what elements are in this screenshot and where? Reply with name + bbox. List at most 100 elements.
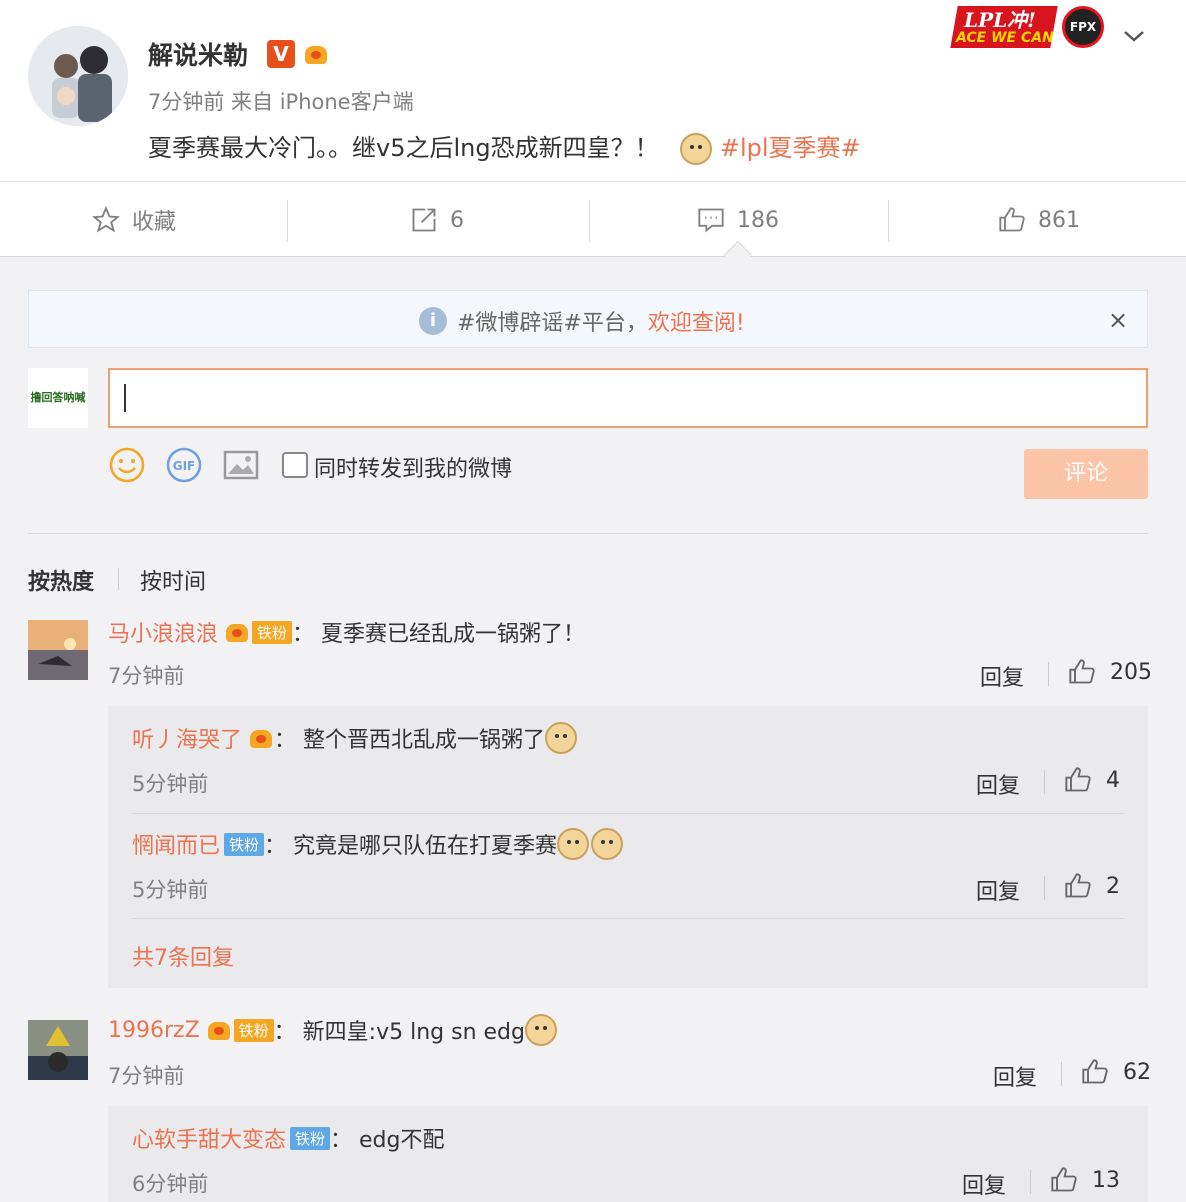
sort-by-time[interactable]: 按时间 xyxy=(140,564,206,596)
author-avatar[interactable] xyxy=(28,26,128,126)
thumbs-up-icon xyxy=(1082,1059,1108,1084)
comment-input[interactable] xyxy=(108,368,1148,428)
repost-count: 6 xyxy=(450,207,464,233)
chevron-down-icon[interactable] xyxy=(1122,24,1146,48)
post-meta: 7分钟前 来自 iPhone客户端 xyxy=(148,90,414,114)
iron-fan-badge: 铁粉 xyxy=(233,1018,274,1042)
reply-time: 5分钟前 xyxy=(132,878,209,902)
repost-button[interactable]: 6 xyxy=(410,182,464,258)
thumbs-up-icon xyxy=(1065,873,1091,898)
comment-like-button[interactable]: 62 xyxy=(1081,1058,1151,1086)
action-bar: 收藏 6 186 861 xyxy=(0,181,1186,257)
action-divider xyxy=(888,200,889,242)
event-banner[interactable]: LPL冲! ACE WE CAN FPX xyxy=(950,2,1110,50)
comment-username[interactable]: 马小浪浪浪 xyxy=(108,616,218,648)
svg-text:GIF: GIF xyxy=(173,459,196,473)
gif-icon[interactable]: GIF xyxy=(165,446,203,484)
notice-prefix: #微博辟谣#平台， xyxy=(457,311,648,336)
banner-line2: ACE WE CAN xyxy=(956,30,1054,46)
banner-line1: LPL冲! xyxy=(964,8,1036,32)
repost-checkbox-label: 同时转发到我的微博 xyxy=(314,457,513,482)
reply-like-count: 13 xyxy=(1092,1167,1120,1193)
reply-username[interactable]: 惘闻而已 xyxy=(132,828,220,860)
commenter-avatar[interactable] xyxy=(28,620,88,680)
action-divider xyxy=(589,200,590,242)
reply-like-button[interactable]: 13 xyxy=(1050,1166,1120,1194)
collect-label: 收藏 xyxy=(132,210,177,235)
fan-crown-icon xyxy=(248,726,274,750)
text-caret xyxy=(124,384,126,412)
like-count: 861 xyxy=(1038,207,1080,233)
iron-fan-badge: 铁粉 xyxy=(252,620,293,644)
reply-divider xyxy=(1044,876,1045,900)
thumbs-up-icon xyxy=(1065,767,1091,792)
repost-icon xyxy=(412,208,436,232)
vip-crown-icon xyxy=(303,42,329,66)
rumor-notice: i #微博辟谣#平台， 欢迎查阅! xyxy=(28,290,1148,348)
reply-like-count: 4 xyxy=(1106,767,1120,793)
info-icon: i xyxy=(419,307,447,335)
reply-like-button[interactable]: 4 xyxy=(1064,766,1120,794)
post-text: 夏季赛最大冷门。。继v5之后lng恐成新四皇？！ xyxy=(148,134,659,162)
emoji-icon[interactable] xyxy=(108,446,146,484)
reply-text: ： 究竟是哪只队伍在打夏季赛 xyxy=(264,834,558,859)
reply-time: 6分钟前 xyxy=(132,1172,209,1196)
post-hashtag[interactable]: #lpl夏季赛# xyxy=(720,134,861,162)
reply-divider-line xyxy=(132,813,1124,814)
reply-username[interactable]: 听丿海哭了 xyxy=(132,722,242,754)
iron-fan-badge: 铁粉 xyxy=(224,832,265,856)
reply-username[interactable]: 心软手甜大变态 xyxy=(132,1122,286,1154)
close-icon[interactable]: × xyxy=(1108,306,1128,334)
sort-divider xyxy=(118,568,119,590)
more-replies-link[interactable]: 共7条回复 xyxy=(132,940,234,972)
thumbs-up-icon xyxy=(1051,1167,1077,1192)
repost-checkbox[interactable] xyxy=(282,452,308,478)
reply-button[interactable]: 回复 xyxy=(976,874,1020,906)
comment-count: 186 xyxy=(737,207,779,233)
author-name[interactable]: 解说米勒 xyxy=(148,36,248,72)
sort-by-hot[interactable]: 按热度 xyxy=(28,564,94,596)
iron-fan-badge: 铁粉 xyxy=(290,1126,331,1150)
fpx-logo: FPX xyxy=(1062,6,1104,48)
reply-line: 心软手甜大变态 铁粉 ： edg不配 xyxy=(132,1122,445,1154)
reply-divider xyxy=(1048,662,1049,686)
comment-time: 7分钟前 xyxy=(108,664,185,688)
thumbs-up-icon xyxy=(1069,659,1095,684)
comment-username[interactable]: 1996rzZ xyxy=(108,1018,200,1043)
reply-time: 5分钟前 xyxy=(132,772,209,796)
notice-link[interactable]: 欢迎查阅! xyxy=(648,305,745,337)
comment-like-button[interactable]: 205 xyxy=(1068,658,1152,686)
reply-like-button[interactable]: 2 xyxy=(1064,872,1120,900)
reply-button[interactable]: 回复 xyxy=(976,768,1020,800)
comment-time: 7分钟前 xyxy=(108,1064,185,1088)
doge-emoji-icon xyxy=(680,133,713,165)
comment-text: ： 夏季赛已经乱成一锅粥了！ xyxy=(292,622,586,647)
reply-button[interactable]: 回复 xyxy=(993,1060,1037,1092)
divider xyxy=(28,533,1148,534)
comment-icon xyxy=(698,208,724,233)
reply-text: ： 整个晋西北乱成一锅粥了 xyxy=(274,728,546,753)
reply-button[interactable]: 回复 xyxy=(980,660,1024,692)
reply-button[interactable]: 回复 xyxy=(962,1168,1006,1200)
reply-line: 听丿海哭了 ： 整个晋西北乱成一锅粥了 xyxy=(132,722,578,754)
comment-text: ： 新四皇:v5 lng sn edg xyxy=(273,1020,525,1045)
comment-line: 1996rzZ 铁粉 ： 新四皇:v5 lng sn edg xyxy=(108,1014,557,1046)
post-header: 解说米勒 V 7分钟前 来自 iPhone客户端 夏季赛最大冷门。。继v5之后l… xyxy=(0,0,1186,180)
collect-button[interactable]: 收藏 xyxy=(92,182,176,258)
submit-comment-button[interactable]: 评论 xyxy=(1024,449,1148,499)
like-button[interactable]: 861 xyxy=(998,182,1080,258)
image-icon[interactable] xyxy=(222,446,260,484)
doge-emoji-icon xyxy=(591,828,624,860)
star-icon xyxy=(92,206,120,233)
commenter-avatar[interactable] xyxy=(28,1020,88,1080)
doge-emoji-icon xyxy=(557,828,590,860)
reply-divider xyxy=(1030,1170,1031,1194)
doge-emoji-icon xyxy=(524,1014,557,1046)
my-avatar[interactable]: 撸回答呐喊 xyxy=(28,368,88,428)
post-content: 夏季赛最大冷门。。继v5之后lng恐成新四皇？！ #lpl夏季赛# xyxy=(148,128,861,165)
fan-crown-icon xyxy=(206,1018,232,1042)
action-divider xyxy=(287,200,288,242)
thumbs-up-icon xyxy=(999,207,1025,232)
fan-crown-icon xyxy=(224,620,250,644)
comment-like-count: 205 xyxy=(1110,659,1152,685)
